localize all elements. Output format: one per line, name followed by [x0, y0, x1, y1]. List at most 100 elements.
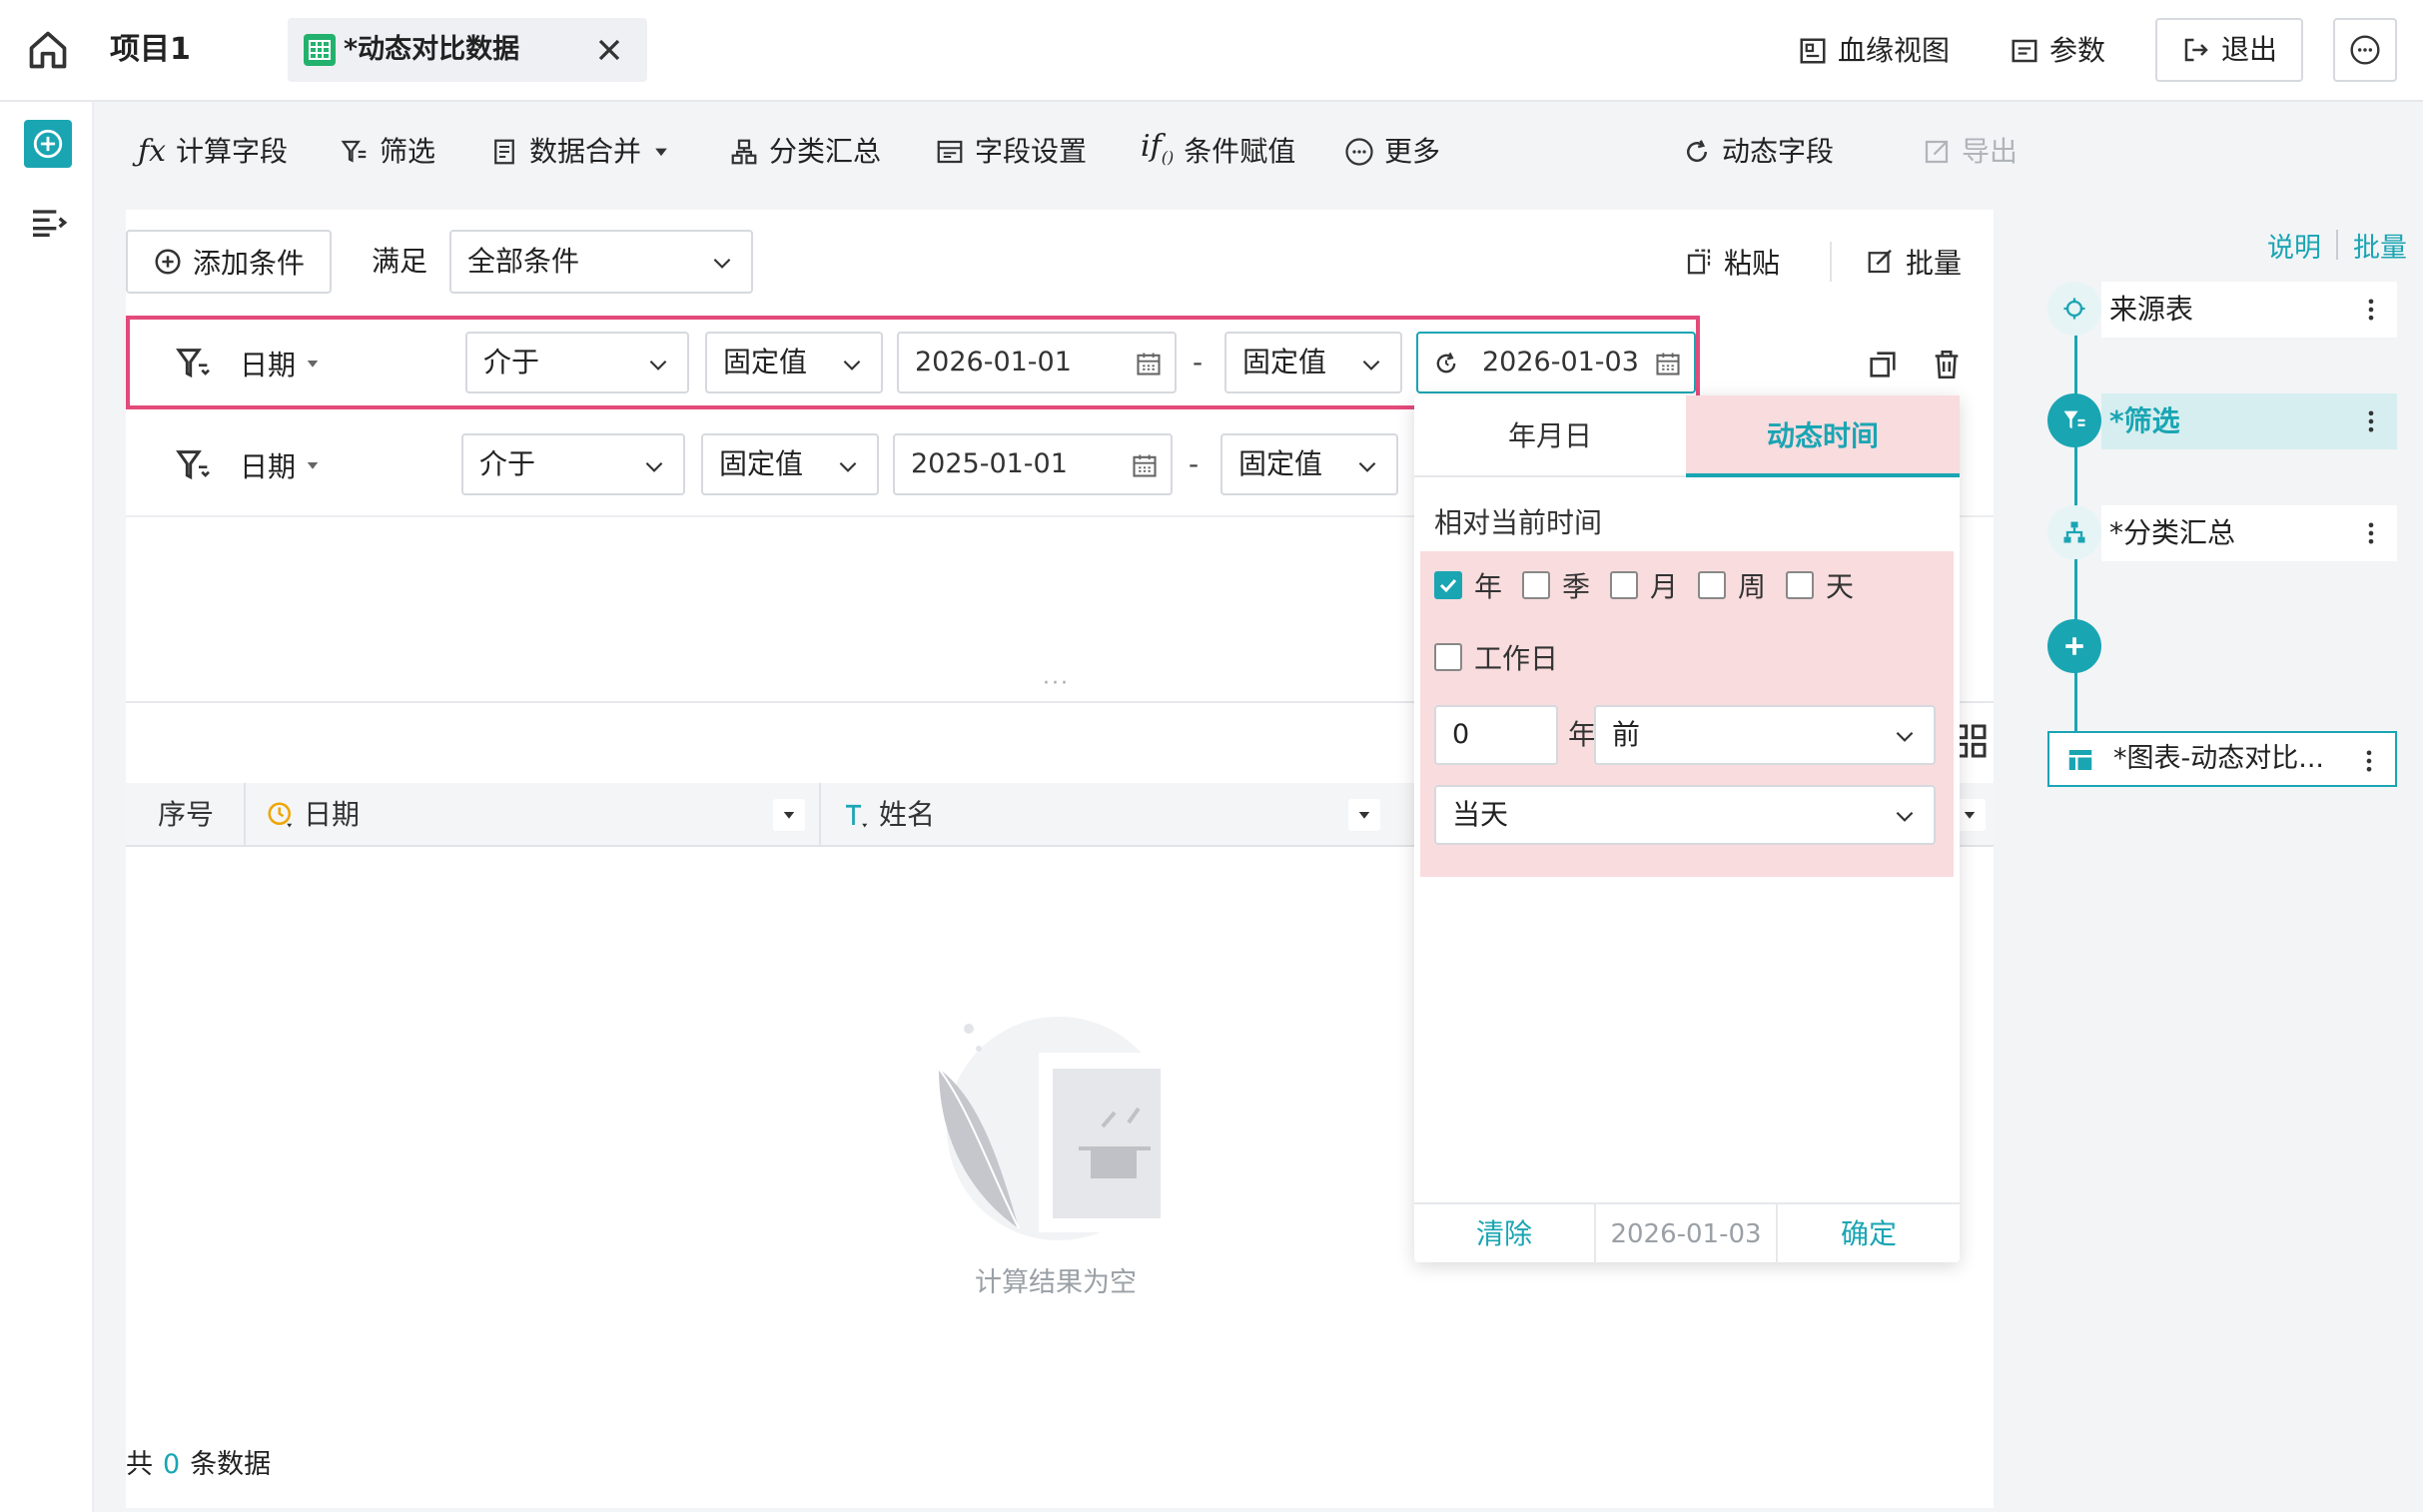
tab-dynamic-time[interactable]: 动态时间 — [1686, 395, 1960, 477]
column-menu-button[interactable] — [773, 799, 805, 831]
empty-state-illustration — [938, 1017, 1173, 1240]
clear-button[interactable]: 清除 — [1414, 1204, 1594, 1264]
start-type-value: 固定值 — [719, 447, 804, 480]
cond-assign-button[interactable]: if() 条件赋值 — [1141, 128, 1295, 176]
column-menu-button[interactable] — [1348, 799, 1380, 831]
tab-year-month-day[interactable]: 年月日 — [1414, 395, 1686, 477]
column-header-date[interactable]: 日期 — [266, 783, 360, 847]
add-node-button[interactable] — [2047, 619, 2101, 673]
caret-down-icon — [783, 812, 795, 819]
dynamic-field-button[interactable]: 动态字段 — [1682, 128, 1834, 176]
end-date-value: 2026-01-03 — [1482, 347, 1639, 378]
row-count: 共 0 条数据 — [126, 1442, 271, 1481]
close-icon[interactable] — [591, 32, 627, 68]
plus-icon — [2065, 637, 2083, 655]
unit-checkbox-day[interactable] — [1786, 571, 1814, 599]
field-selector[interactable]: 日期 — [240, 443, 322, 487]
batch-edit-label: 批量 — [1906, 247, 1963, 280]
range-dash: - — [1193, 346, 1204, 378]
unit-checkbox-quarter[interactable] — [1522, 571, 1550, 599]
chevron-down-icon — [843, 360, 861, 371]
more-tools-button[interactable]: 更多 — [1344, 128, 1440, 176]
flow-node-label: 来源表 — [2109, 293, 2194, 326]
calendar-icon — [1133, 454, 1157, 477]
empty-state-text: 计算结果为空 — [975, 1267, 1137, 1298]
end-type-select[interactable]: 固定值 — [1220, 433, 1398, 495]
chevron-down-icon — [1896, 811, 1914, 822]
workday-label: 工作日 — [1474, 642, 1559, 675]
calc-field-button[interactable]: ƒx 计算字段 — [138, 128, 288, 176]
vertical-ellipsis-icon[interactable] — [2357, 296, 2385, 324]
trash-icon[interactable] — [1930, 348, 1964, 381]
logout-button[interactable]: 退出 — [2155, 18, 2303, 82]
add-step-button[interactable] — [24, 120, 72, 168]
filter-icon — [341, 140, 367, 163]
end-type-value: 固定值 — [1242, 346, 1327, 378]
field-selector[interactable]: 日期 — [240, 342, 322, 385]
flow-node-summary[interactable]: *分类汇总 — [2101, 505, 2397, 561]
params-button[interactable]: 参数 — [2010, 24, 2105, 78]
confirm-button[interactable]: 确定 — [1778, 1204, 1960, 1264]
more-menu-button[interactable] — [2333, 18, 2397, 82]
flow-node-source[interactable]: 来源表 — [2101, 282, 2397, 338]
column-label: 日期 — [304, 798, 361, 831]
filter-button[interactable]: 筛选 — [340, 128, 435, 176]
flow-node-filter[interactable]: *筛选 — [2101, 393, 2397, 449]
add-condition-button[interactable]: 添加条件 — [126, 230, 332, 294]
satisfy-select[interactable]: 全部条件 — [449, 230, 753, 294]
end-type-select[interactable]: 固定值 — [1224, 332, 1402, 393]
filter-label: 筛选 — [380, 135, 436, 168]
start-date-input[interactable]: 2025-01-01 — [893, 433, 1173, 495]
doc-tab[interactable]: *动态对比数据 — [288, 18, 647, 82]
hierarchy-icon — [731, 139, 757, 165]
copy-icon[interactable] — [1866, 348, 1900, 381]
export-icon — [1925, 140, 1949, 164]
start-type-select[interactable]: 固定值 — [705, 332, 883, 393]
outline-icon[interactable] — [28, 202, 68, 242]
unit-checkbox-year[interactable] — [1434, 571, 1462, 599]
dynamic-time-icon — [1436, 352, 1456, 374]
operator-select[interactable]: 介于 — [465, 332, 689, 393]
anchor-select[interactable]: 当天 — [1434, 785, 1936, 845]
unit-label: 周 — [1738, 570, 1767, 603]
vertical-ellipsis-icon[interactable] — [2357, 519, 2385, 547]
field-settings-button[interactable]: 字段设置 — [935, 128, 1087, 176]
caret-down-icon — [1358, 812, 1370, 819]
workday-checkbox[interactable] — [1434, 643, 1462, 671]
caret-down-icon — [1964, 812, 1976, 819]
vertical-ellipsis-icon[interactable] — [2355, 747, 2383, 775]
start-date-input[interactable]: 2026-01-01 — [897, 332, 1177, 393]
more-tools-label: 更多 — [1384, 135, 1441, 168]
home-icon[interactable] — [26, 28, 70, 72]
offset-unit-label: 年 — [1568, 718, 1597, 751]
batch-edit-button[interactable]: 批量 — [1866, 240, 1962, 284]
filter-node-icon — [2047, 393, 2101, 447]
picker-footer: 清除 2026-01-03 确定 — [1414, 1202, 1960, 1264]
chevron-down-icon — [649, 360, 667, 371]
export-label: 导出 — [1962, 135, 2019, 168]
unit-checkbox-week[interactable] — [1698, 571, 1726, 599]
start-type-select[interactable]: 固定值 — [701, 433, 879, 495]
group-summary-button[interactable]: 分类汇总 — [729, 128, 881, 176]
resize-handle[interactable]: ··· — [1043, 671, 1070, 696]
description-link[interactable]: 说明 — [2267, 226, 2321, 265]
cond-assign-label: 条件赋值 — [1184, 135, 1296, 168]
column-header-name[interactable]: 姓名 — [841, 783, 935, 847]
batch-link[interactable]: 批量 — [2353, 226, 2407, 265]
row-count-suffix: 条数据 — [190, 1449, 272, 1480]
unit-checkbox-month[interactable] — [1610, 571, 1638, 599]
end-date-input[interactable]: 2026-01-03 — [1416, 332, 1696, 393]
vertical-ellipsis-icon[interactable] — [2357, 407, 2385, 435]
operator-select[interactable]: 介于 — [461, 433, 685, 495]
lineage-view-button[interactable]: 血缘视图 — [1798, 24, 1950, 78]
flow-node-chart[interactable]: *图表-动态对比... — [2047, 731, 2397, 787]
offset-input[interactable]: 0 — [1434, 705, 1558, 765]
ellipsis-circle-icon — [2350, 35, 2380, 65]
unit-label: 天 — [1826, 570, 1855, 603]
export-button[interactable]: 导出 — [1922, 128, 2018, 176]
data-merge-button[interactable]: 数据合并 — [489, 128, 671, 176]
refresh-icon — [1687, 140, 1708, 163]
paste-button[interactable]: 粘贴 — [1684, 240, 1780, 284]
relative-time-label: 相对当前时间 — [1434, 506, 1603, 539]
direction-select[interactable]: 前 — [1594, 705, 1936, 765]
